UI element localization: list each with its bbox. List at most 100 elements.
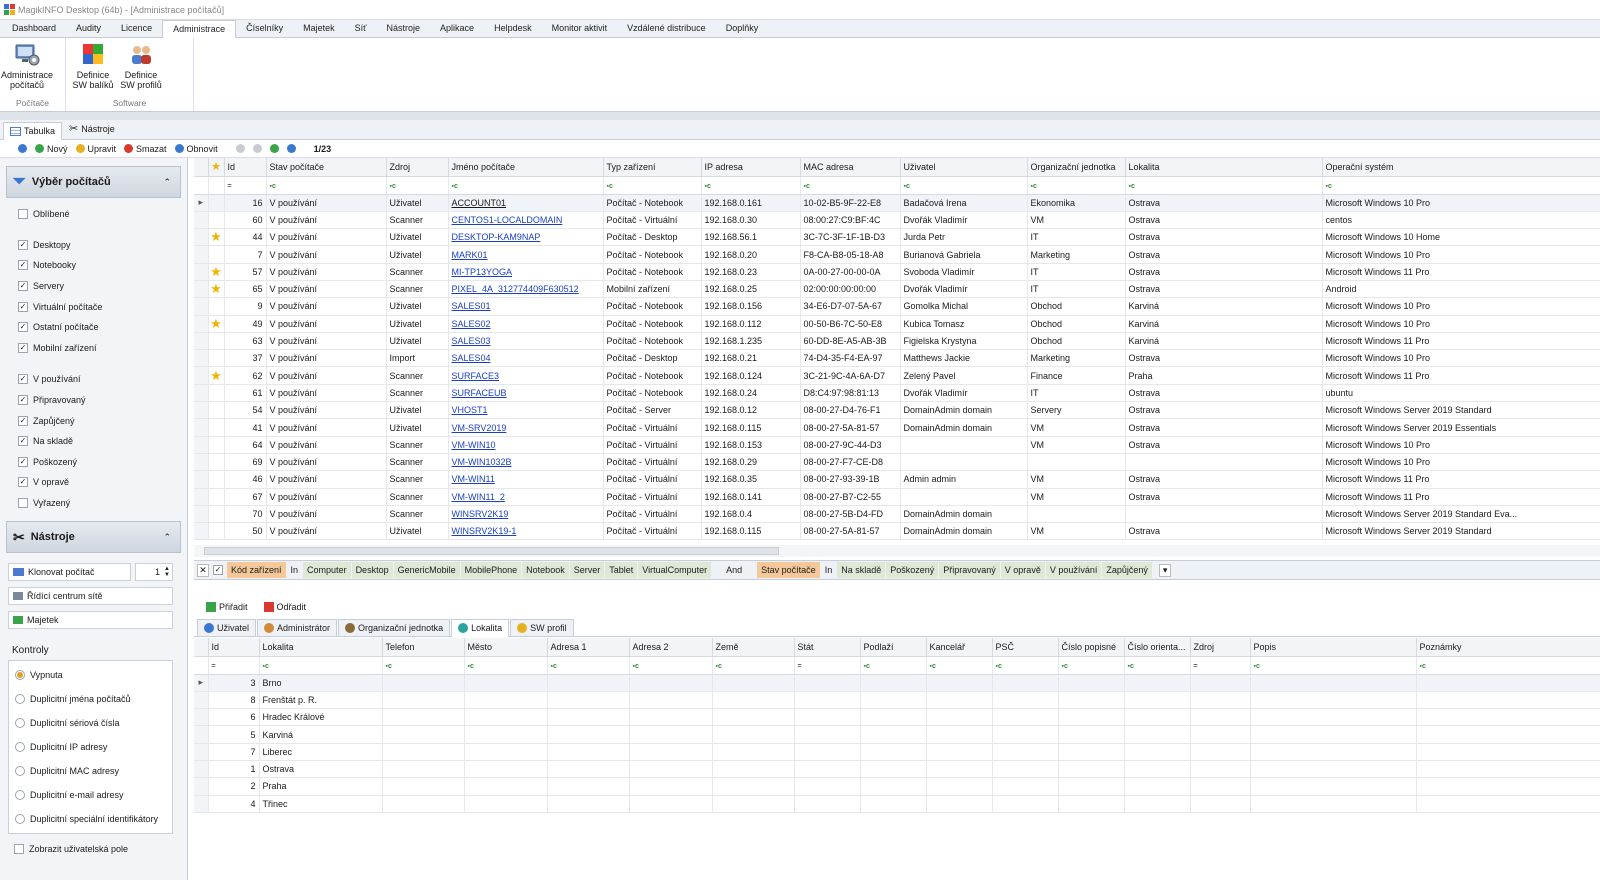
cell-jmeno[interactable]: VM-WIN11 [448, 470, 604, 489]
chevron-up-icon[interactable]: ⌃ [163, 177, 171, 188]
row-indicator[interactable] [194, 280, 209, 299]
row-indicator[interactable] [194, 349, 209, 368]
filter-poskozeny-checkbox[interactable]: ✓ Poškozený [0, 452, 187, 473]
menu-licence[interactable]: Licence [111, 20, 162, 37]
favorites-checkbox[interactable]: Oblíbené [0, 204, 187, 225]
filter-cell[interactable]: ▪c [1416, 656, 1600, 675]
control-center-button[interactable]: Řídící centrum sítě [8, 587, 173, 606]
tab-sw-profil[interactable]: SW profil [510, 619, 574, 636]
filter-pripravovany-checkbox[interactable]: ✓ Připravovaný [0, 390, 187, 411]
table-row[interactable]: 41 V používání Uživatel VM-SRV2019 Počítač -… [194, 418, 1600, 437]
cell-jmeno[interactable]: VM-SRV2019 [448, 418, 604, 437]
favorite-cell[interactable] [208, 245, 225, 264]
row-indicator[interactable] [194, 297, 209, 316]
column-header-zdroj[interactable]: Zdroj [386, 158, 449, 177]
table-row[interactable]: 54 V používání Uživatel VHOST1 Počítač - Ser… [194, 401, 1600, 420]
filter-value[interactable]: Server [569, 562, 605, 578]
table-row[interactable]: ★ 62 V používání Scanner SURFACE3 Počítač - N… [194, 366, 1600, 385]
row-indicator[interactable] [194, 263, 209, 281]
filter-cell[interactable]: ▪c [464, 656, 548, 675]
favorite-cell[interactable]: ★ [208, 280, 225, 299]
column-header-organizacni-jednotka[interactable]: Organizační jednotka [1027, 158, 1126, 177]
filter-operator[interactable]: In [287, 562, 303, 578]
menu-audity[interactable]: Audity [66, 20, 111, 37]
filter-cell-lokalita[interactable]: ▪c [1125, 176, 1323, 195]
filter-value[interactable]: Na skladě [837, 562, 886, 578]
filter-cell-uzivatel[interactable]: ▪c [900, 176, 1028, 195]
control-duplicitni-mac-adresy-radio[interactable]: Duplicitní MAC adresy [9, 759, 172, 783]
menu-sit[interactable]: Síť [345, 20, 377, 37]
spin-icon[interactable]: ▲ ▼ [164, 566, 170, 578]
favorite-cell[interactable] [208, 349, 225, 368]
column-header-poznamky[interactable]: Poznámky [1416, 638, 1600, 657]
table-row[interactable]: 64 V používání Scanner VM-WIN10 Počítač - Vi… [194, 436, 1600, 454]
filter-value[interactable]: Zapůjčený [1102, 562, 1152, 578]
favorite-cell[interactable] [208, 297, 225, 316]
table-row[interactable]: 61 V používání Scanner SURFACEUB Počítač - N… [194, 384, 1600, 403]
row-indicator[interactable] [194, 453, 209, 472]
filter-cell[interactable]: ▪c [860, 656, 927, 675]
table-row[interactable]: 2 Praha [194, 777, 1600, 796]
column-header-stav-pocitace[interactable]: Stav počítače [266, 158, 387, 177]
assets-button[interactable]: Majetek [8, 611, 173, 630]
sw-packages-button[interactable]: Definice SW balíků [69, 42, 117, 98]
table-row[interactable]: ★ 44 V používání Uživatel DESKTOP-KAM9NAP Poč… [194, 228, 1600, 247]
row-indicator[interactable] [194, 332, 209, 351]
row-indicator[interactable] [194, 470, 209, 489]
favorite-cell[interactable] [208, 384, 225, 403]
filter-na-sklade-checkbox[interactable]: ✓ Na skladě [0, 431, 187, 452]
cell-jmeno[interactable]: CENTOS1-LOCALDOMAIN [448, 211, 604, 230]
column-header-zdroj[interactable]: Zdroj [1190, 638, 1251, 657]
row-indicator[interactable] [194, 245, 209, 264]
row-indicator[interactable] [194, 708, 209, 727]
cell-jmeno[interactable]: VHOST1 [448, 401, 604, 420]
favorite-cell[interactable] [208, 453, 225, 472]
table-row[interactable]: 37 V používání Import SALES04 Počítač - Desk… [194, 349, 1600, 368]
filter-cell[interactable]: ▪c [712, 656, 795, 675]
row-indicator[interactable] [194, 691, 209, 710]
column-header-lokalita[interactable]: Lokalita [1125, 158, 1323, 177]
filter-cell-id[interactable]: = [224, 176, 267, 195]
cell-jmeno[interactable]: DESKTOP-KAM9NAP [448, 228, 604, 247]
filter-value[interactable]: Poškozený [886, 562, 939, 578]
favorite-cell[interactable]: ★ [208, 263, 225, 281]
column-header-typ-zarizeni[interactable]: Typ zařízení [603, 158, 702, 177]
column-header-psc[interactable]: PSČ [992, 638, 1059, 657]
row-indicator[interactable] [194, 401, 209, 420]
assign-button[interactable]: Přiřadit [202, 599, 252, 615]
clear-filter-button[interactable]: ✕ [197, 563, 209, 577]
filter-cell[interactable]: ▪c [382, 656, 465, 675]
row-indicator[interactable] [194, 228, 209, 247]
table-row[interactable]: 7V používání Uživatel MARK01 Počítač - Note… [194, 245, 1600, 264]
filter-cell[interactable]: = [1190, 656, 1251, 675]
menu-helpdesk[interactable]: Helpdesk [484, 20, 542, 37]
filter-cell-stav-pocitace[interactable]: ▪c [266, 176, 387, 195]
filter-value[interactable]: Desktop [351, 562, 393, 578]
row-indicator[interactable] [194, 777, 209, 796]
filter-cell-typ-zarizeni[interactable]: ▪c [603, 176, 702, 195]
table-row[interactable]: 50 V používání Uživatel WINSRV2K19-1 Počítač… [194, 522, 1600, 541]
table-row[interactable]: 5 Karviná [194, 725, 1600, 744]
filter-value[interactable]: Připravovaný [939, 562, 1000, 578]
next-page-button[interactable] [266, 141, 283, 157]
menu-majetek[interactable]: Majetek [293, 20, 345, 37]
favorite-cell[interactable] [208, 470, 225, 489]
filter-value[interactable]: V opravě [1000, 562, 1045, 578]
scrollbar-thumb[interactable] [204, 547, 779, 555]
cell-jmeno[interactable]: MARK01 [448, 245, 604, 264]
menu-nastroje[interactable]: Nástroje [377, 20, 431, 37]
favorite-cell[interactable] [208, 522, 225, 541]
edit-button[interactable]: Upravit [72, 141, 121, 157]
column-header-zeme[interactable]: Země [712, 638, 795, 657]
favorite-cell[interactable] [208, 505, 225, 524]
table-row[interactable]: 67 V používání Scanner VM-WIN11_2 Počítač - … [194, 488, 1600, 506]
favorite-cell[interactable] [208, 332, 225, 351]
selection-panel-header[interactable]: ⏷ Výběr počítačů ⌃ [6, 166, 181, 198]
filter-cell-zdroj[interactable]: ▪c [386, 176, 449, 195]
column-header-adresa-1[interactable]: Adresa 1 [547, 638, 630, 657]
filter-ostatni-pocitace-checkbox[interactable]: ✓ Ostatní počítače [0, 317, 187, 338]
row-indicator[interactable] [194, 488, 209, 506]
column-header-id[interactable]: Id [208, 638, 260, 657]
column-header-uzivatel[interactable]: Uživatel [900, 158, 1028, 177]
column-header-adresa-2[interactable]: Adresa 2 [629, 638, 713, 657]
